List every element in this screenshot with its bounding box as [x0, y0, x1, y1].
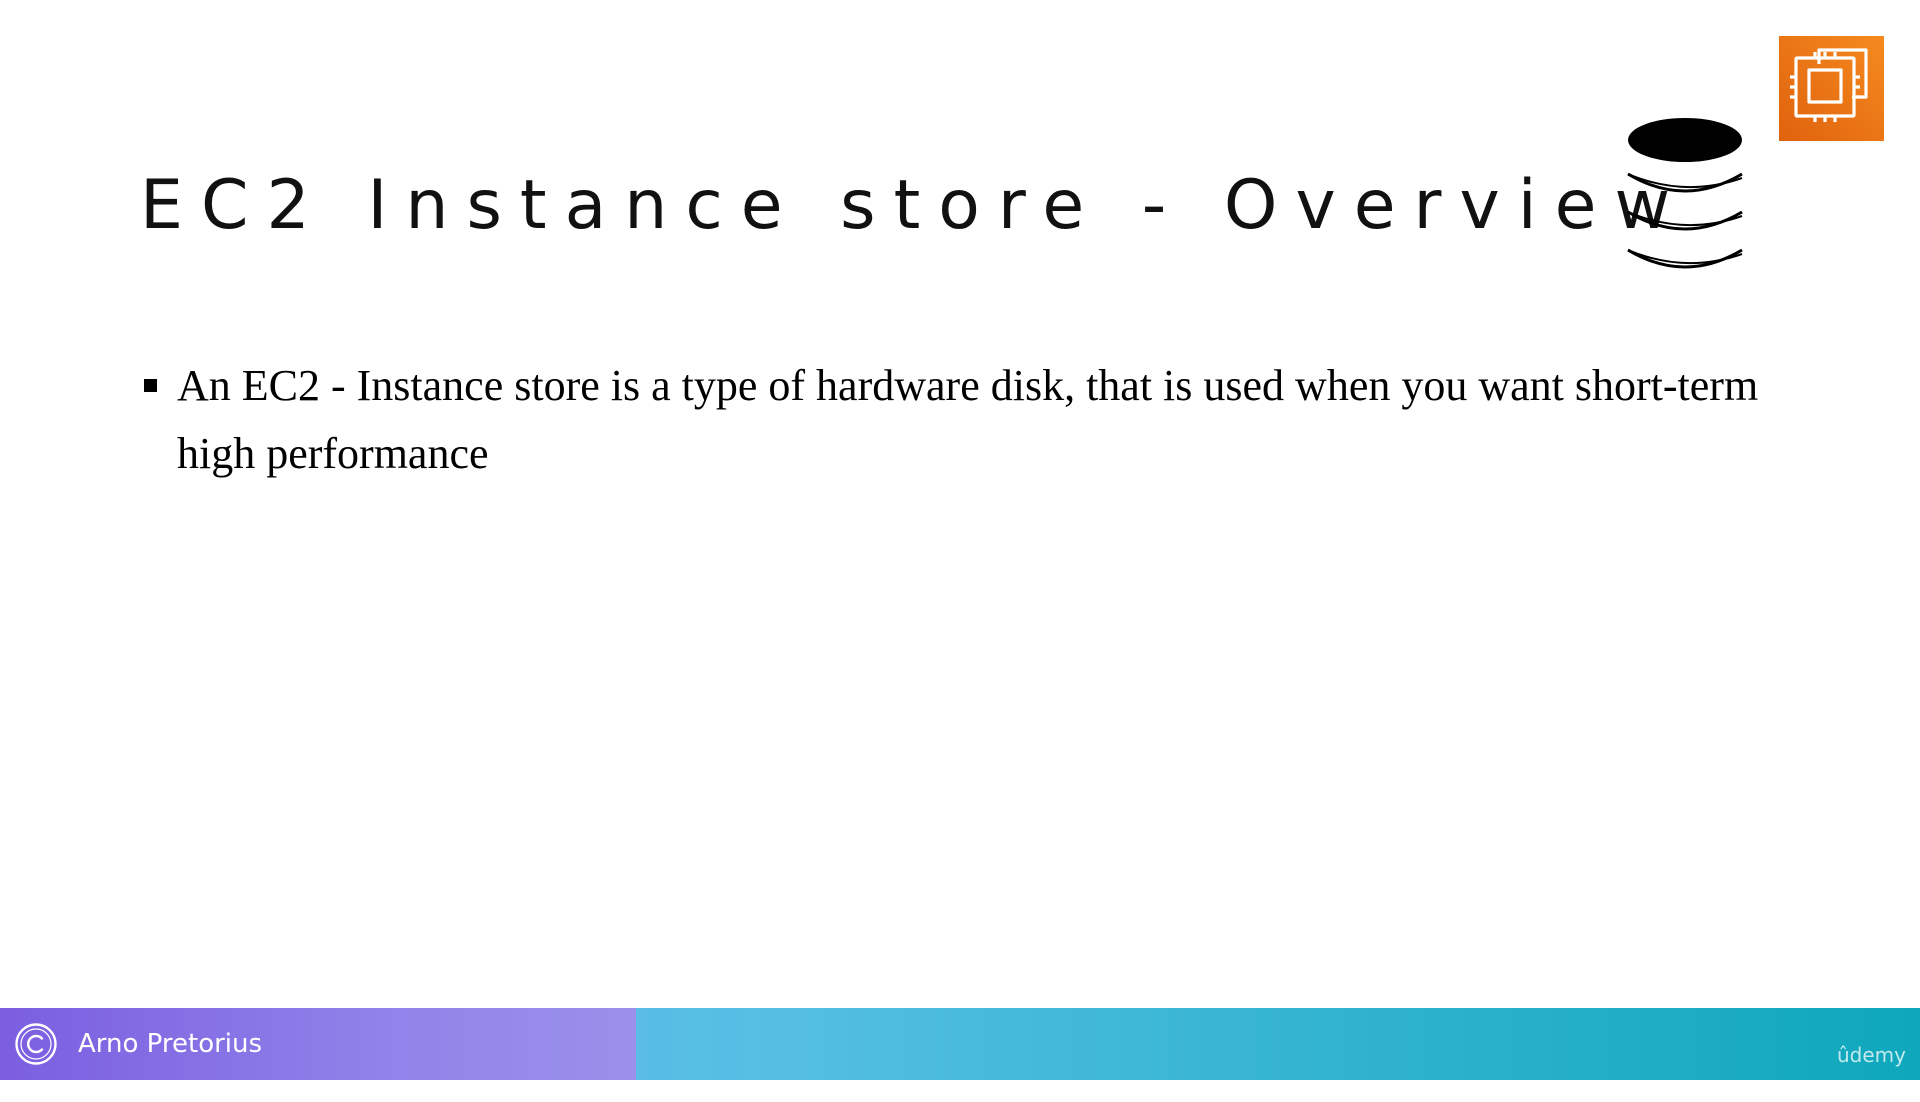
- bullet-item: An EC2 - Instance store is a type of har…: [140, 352, 1820, 488]
- udemy-brand-logo: ûdemy: [1837, 1043, 1906, 1067]
- slide-title: EC2 Instance store - Overview: [140, 166, 1689, 245]
- aws-ec2-icon: [1779, 36, 1884, 141]
- bullet-text: An EC2 - Instance store is a type of har…: [177, 361, 1759, 478]
- copyright-icon: [14, 1022, 58, 1066]
- author-name: Arno Pretorius: [78, 1029, 263, 1059]
- database-stack-icon: [1620, 112, 1750, 277]
- footer-bar: Arno Pretorius ûdemy: [0, 1008, 1920, 1080]
- bullet-square-icon: [144, 379, 157, 392]
- bullet-list: An EC2 - Instance store is a type of har…: [140, 352, 1820, 488]
- footer-author-section: Arno Pretorius: [0, 1008, 636, 1080]
- slide: EC2 Instance store - Overview An EC2 - I…: [0, 0, 1920, 1080]
